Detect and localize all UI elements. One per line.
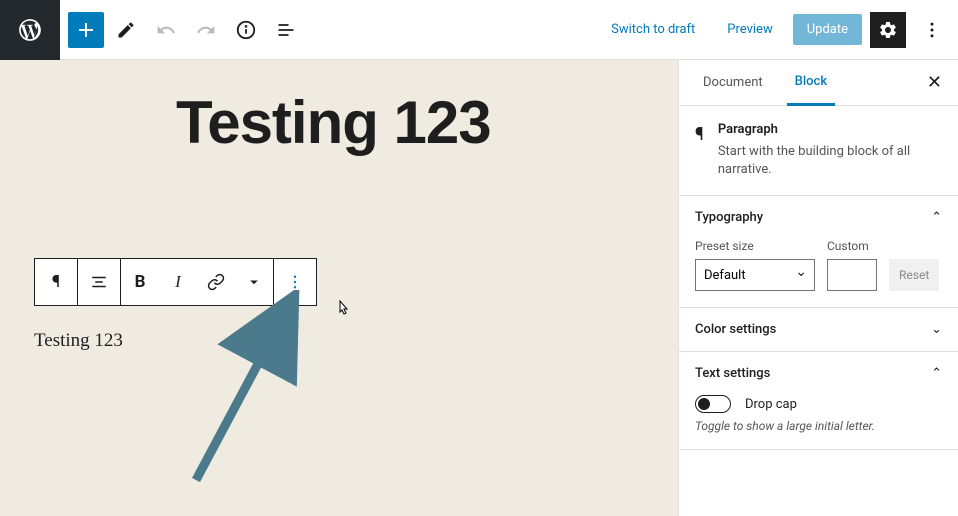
outline-button[interactable]: [268, 12, 304, 48]
update-button[interactable]: Update: [793, 14, 862, 45]
annotation-arrow: [186, 290, 316, 490]
more-formatting-button[interactable]: [235, 259, 273, 305]
drop-cap-label: Drop cap: [745, 397, 797, 412]
wordpress-logo[interactable]: [0, 0, 60, 60]
post-title[interactable]: Testing 123: [176, 88, 678, 157]
block-info-panel: ¶ Paragraph Start with the building bloc…: [679, 106, 958, 196]
chevron-up-icon: ⌃: [931, 366, 942, 381]
custom-size-input[interactable]: [827, 259, 877, 291]
switch-to-draft-button[interactable]: Switch to draft: [599, 14, 707, 45]
text-settings-title: Text settings: [695, 366, 770, 381]
typography-title: Typography: [695, 210, 763, 225]
custom-size-label: Custom: [827, 239, 877, 253]
align-button[interactable]: [78, 259, 120, 305]
italic-button[interactable]: I: [159, 259, 197, 305]
drop-cap-hint: Toggle to show a large initial letter.: [695, 419, 942, 433]
pointer-cursor-icon: [334, 300, 352, 320]
tab-block[interactable]: Block: [787, 60, 835, 106]
block-name-label: Paragraph: [718, 122, 942, 137]
settings-button[interactable]: [870, 12, 906, 48]
chevron-down-icon: ⌄: [931, 322, 942, 337]
editor-topbar: Switch to draft Preview Update: [0, 0, 958, 60]
info-button[interactable]: [228, 12, 264, 48]
edit-mode-button[interactable]: [108, 12, 144, 48]
color-settings-toggle[interactable]: Color settings ⌄: [679, 308, 958, 351]
redo-button[interactable]: [188, 12, 224, 48]
block-type-button[interactable]: ¶: [35, 259, 77, 305]
preset-size-select[interactable]: Default: [695, 259, 815, 291]
drop-cap-toggle[interactable]: [695, 395, 731, 413]
sidebar-tabs: Document Block ✕: [679, 60, 958, 106]
chevron-up-icon: ⌃: [931, 210, 942, 225]
undo-button[interactable]: [148, 12, 184, 48]
block-description: Start with the building block of all nar…: [718, 143, 942, 179]
editor-canvas[interactable]: Testing 123 ¶ B I Testing 123: [0, 60, 678, 516]
typography-panel-toggle[interactable]: Typography ⌃: [679, 196, 958, 239]
text-settings-panel: Text settings ⌃ Drop cap Toggle to show …: [679, 352, 958, 450]
typography-panel: Typography ⌃ Preset size Default Custom: [679, 196, 958, 308]
paragraph-icon: ¶: [695, 122, 704, 179]
color-settings-panel: Color settings ⌄: [679, 308, 958, 352]
block-options-button[interactable]: [274, 259, 316, 305]
text-settings-toggle[interactable]: Text settings ⌃: [679, 352, 958, 395]
tab-document[interactable]: Document: [695, 61, 771, 104]
bold-button[interactable]: B: [121, 259, 159, 305]
add-block-button[interactable]: [68, 12, 104, 48]
paragraph-block[interactable]: Testing 123: [34, 330, 123, 352]
close-sidebar-button[interactable]: ✕: [927, 72, 942, 93]
color-settings-title: Color settings: [695, 322, 776, 337]
preset-size-label: Preset size: [695, 239, 815, 253]
more-menu-button[interactable]: [914, 12, 950, 48]
reset-size-button[interactable]: Reset: [889, 259, 939, 291]
block-toolbar: ¶ B I: [34, 258, 317, 306]
link-button[interactable]: [197, 259, 235, 305]
preview-button[interactable]: Preview: [715, 14, 784, 45]
settings-sidebar: Document Block ✕ ¶ Paragraph Start with …: [678, 60, 958, 516]
